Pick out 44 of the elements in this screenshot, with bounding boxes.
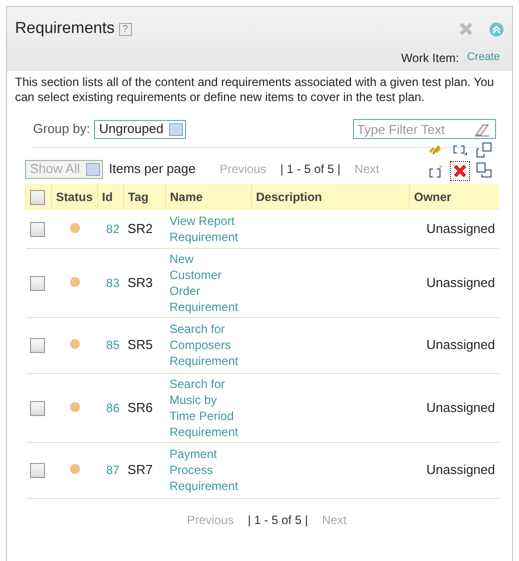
owner-text: Unassigned [426,274,495,290]
owner-text: Unassigned [426,462,495,478]
tag-text: SR7 [128,462,153,478]
work-item-label: Work Item: [401,50,459,67]
panel-title: Requirements [15,19,115,39]
row-checkbox[interactable] [30,463,44,478]
select-all-checkbox[interactable] [30,190,45,206]
row-checkbox[interactable] [30,276,44,291]
id-link[interactable]: 86 [106,400,120,414]
row-checkbox[interactable] [30,338,44,354]
owner-text: Unassigned [426,221,495,236]
help-button[interactable]: ? [118,22,132,36]
owner-text: Unassigned [426,400,495,415]
tag-text: SR5 [128,337,153,352]
tag-text: SR6 [128,400,153,415]
section-description: This section lists all of the content and requirements associated with a given test plan. You can select existing requirements or define new items to cover in the test plan. [14,74,495,105]
id-link[interactable]: 83 [106,276,120,290]
tag-text: SR3 [128,274,153,290]
collapse-icon[interactable] [489,22,504,36]
id-link[interactable]: 87 [106,463,120,477]
window-icon[interactable] [476,142,492,158]
requirement-link[interactable]: View Report Requirement [170,212,244,245]
row-checkbox[interactable] [30,400,44,416]
group-by-label: Group by: [33,120,90,138]
row-checkbox[interactable] [30,222,44,238]
page-range: | 1 - 5 of 5 | [280,161,341,178]
requirement-link[interactable]: New Customer Order Requirement [170,250,244,314]
delete-icon[interactable] [451,162,469,180]
id-link[interactable]: 85 [106,338,120,352]
items-per-page-label: Items per page [108,160,196,178]
requirement-link[interactable]: Search for Composers Requirement [170,321,244,369]
group-by-select[interactable]: Ungrouped [94,120,186,138]
owner-text: Unassigned [426,337,495,352]
close-icon[interactable] [459,22,473,36]
window-icon[interactable] [476,162,492,178]
bracket-star-icon[interactable] [428,162,444,178]
requirement-link[interactable]: Search for Music by Time Period Requirement [170,376,244,440]
create-link[interactable]: Create [466,49,500,67]
eraser-icon[interactable] [474,123,490,137]
requirement-link[interactable]: Payment Process Requirement [170,446,244,494]
tag-text: SR2 [128,221,153,236]
id-link[interactable]: 82 [106,222,120,236]
filter-field[interactable]: Type Filter Text [353,119,496,139]
page-range: | 1 - 5 of 5 | [248,512,308,528]
